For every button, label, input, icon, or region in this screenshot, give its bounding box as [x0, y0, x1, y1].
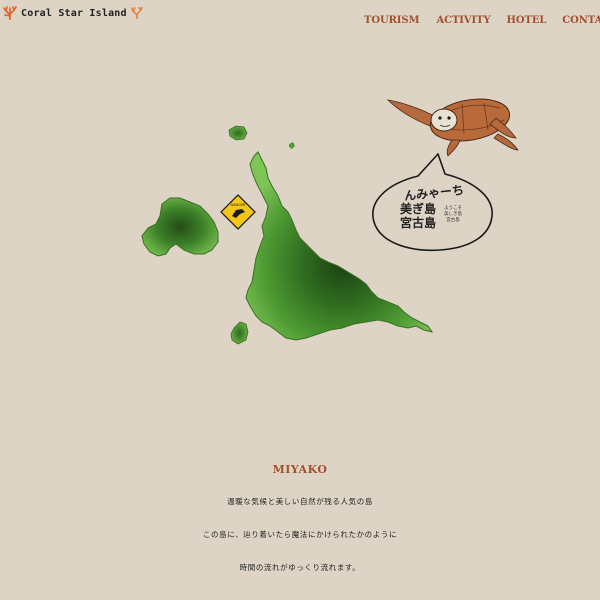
kurima-island: [230, 321, 249, 345]
description-line-1: 温暖な気候と美しい自然が残る人気の島: [227, 497, 373, 506]
irabu-island: [141, 197, 219, 257]
ikema-island: [228, 125, 248, 141]
caution-sign-icon: DANGER: [220, 194, 256, 230]
page: Coral Star Island TOURISM ACTIVITY HOTEL…: [0, 0, 600, 600]
bubble-line-3: 宮古島: [399, 216, 436, 230]
description-line-3: 時間の流れがゆっくり流れます。: [239, 563, 361, 572]
svg-text:DANGER: DANGER: [230, 203, 246, 207]
tiny-island: [289, 142, 295, 149]
description-line-2: この島に、辿り着いたら魔法にかけられたかのように: [202, 530, 398, 539]
island-map: DANGER: [141, 98, 519, 345]
sea-turtle-icon: [386, 98, 519, 157]
bubble-small-text: ようこそ 美しき島 宮古島: [444, 206, 462, 223]
section-title: MIYAKO: [272, 463, 328, 476]
